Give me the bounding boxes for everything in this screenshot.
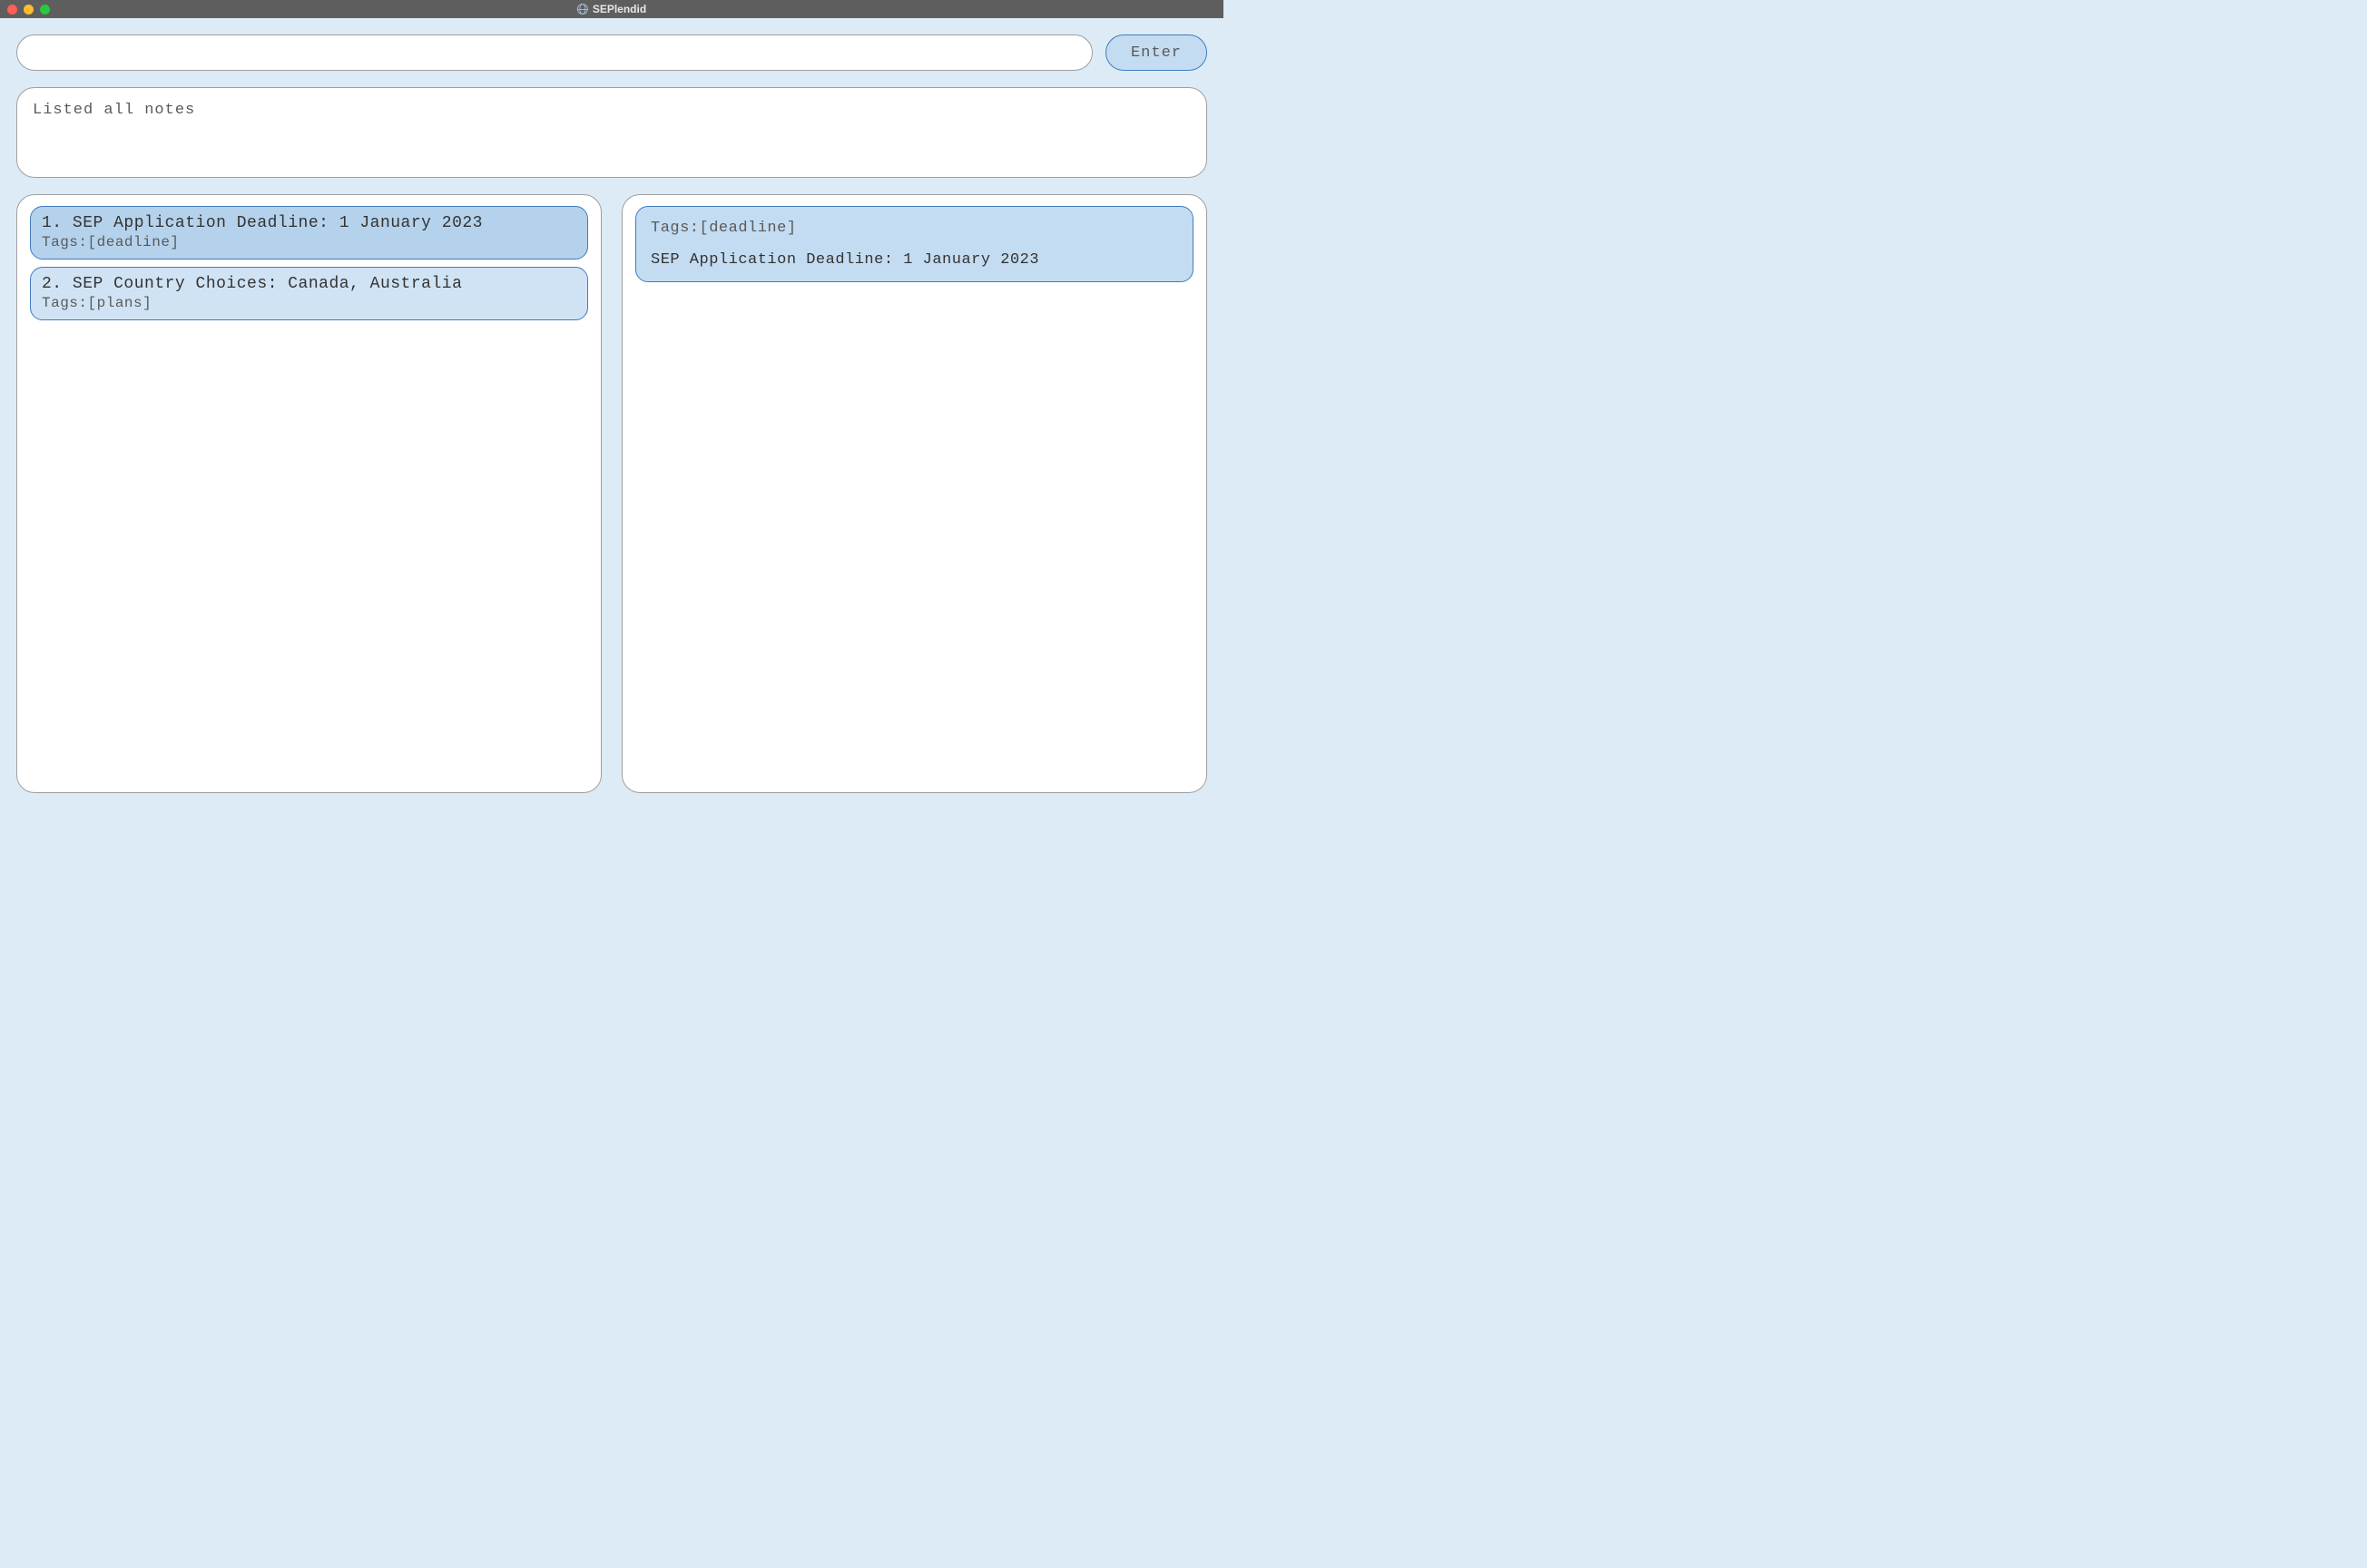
notes-list-panel[interactable]: 1. SEP Application Deadline: 1 January 2… [16,194,602,793]
result-message: Listed all notes [33,102,195,119]
note-title: 1. SEP Application Deadline: 1 January 2… [42,214,576,232]
result-display: Listed all notes [16,87,1207,178]
note-tags: Tags:[plans] [42,295,576,311]
note-list-item[interactable]: 2. SEP Country Choices: Canada, Australi… [30,267,588,320]
note-tags: Tags:[deadline] [42,234,576,250]
window-controls [7,5,50,15]
close-window-button[interactable] [7,5,17,15]
content-panels: 1. SEP Application Deadline: 1 January 2… [16,194,1207,793]
command-input[interactable] [16,34,1093,71]
command-row: Enter [16,34,1207,71]
detail-tags: Tags:[deadline] [651,220,1178,237]
note-title: 2. SEP Country Choices: Canada, Australi… [42,275,576,293]
window-title-wrap: SEPlendid [577,3,646,15]
minimize-window-button[interactable] [24,5,34,15]
titlebar: SEPlendid [0,0,1223,18]
note-detail-card: Tags:[deadline] SEP Application Deadline… [635,206,1193,282]
app-body: Enter Listed all notes 1. SEP Applicatio… [0,18,1223,809]
detail-body: SEP Application Deadline: 1 January 2023 [651,251,1178,269]
note-list-item[interactable]: 1. SEP Application Deadline: 1 January 2… [30,206,588,260]
window-title: SEPlendid [593,3,646,15]
note-detail-panel: Tags:[deadline] SEP Application Deadline… [622,194,1207,793]
globe-icon [577,4,588,15]
fullscreen-window-button[interactable] [40,5,50,15]
enter-button[interactable]: Enter [1105,34,1207,71]
